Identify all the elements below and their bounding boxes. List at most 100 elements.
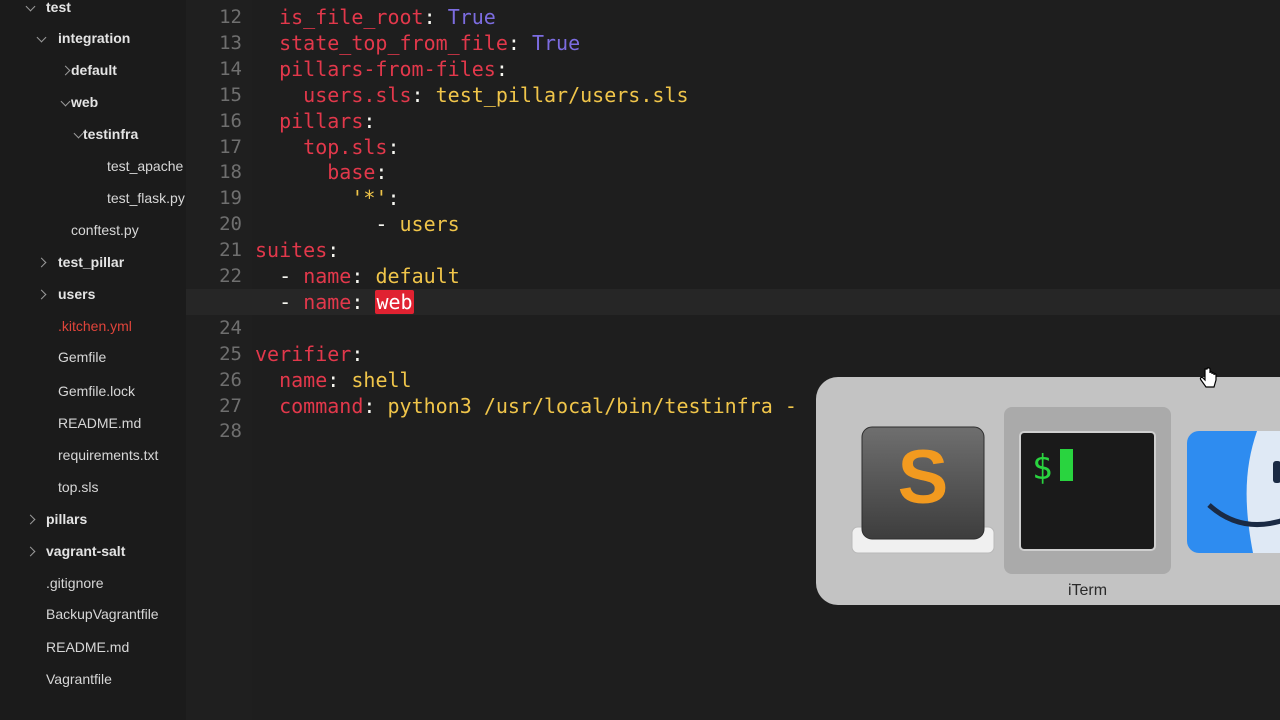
line-number: 24 xyxy=(219,316,242,339)
code-line[interactable]: pillars-from-files: xyxy=(255,56,508,82)
sidebar-item-testinfra[interactable]: testinfra xyxy=(83,121,138,147)
app-switcher-item-iterm[interactable]: $ xyxy=(1004,407,1171,574)
line-number: 16 xyxy=(219,109,242,132)
code-line[interactable]: - users xyxy=(255,211,460,237)
code-token: state_top_from_file xyxy=(279,30,508,55)
code-token: : xyxy=(387,134,400,159)
chevron-right-icon[interactable] xyxy=(25,514,36,525)
code-line[interactable]: name: shell xyxy=(255,367,412,393)
code-line[interactable]: command: python3 /usr/local/bin/testinfr… xyxy=(255,393,797,419)
code-token: shell xyxy=(351,367,412,392)
code-line[interactable]: '*': xyxy=(255,185,400,211)
code-token: is_file_root xyxy=(279,5,424,29)
chevron-right-icon[interactable] xyxy=(36,257,47,268)
line-number: 13 xyxy=(219,31,242,54)
finder-icon xyxy=(1187,431,1280,553)
code-token: verifier xyxy=(255,341,352,366)
code-line[interactable]: base: xyxy=(255,159,387,185)
sublime-text-icon: S xyxy=(851,426,995,554)
sidebar-item-integration[interactable]: integration xyxy=(58,25,130,51)
chevron-down-icon[interactable] xyxy=(36,32,47,43)
iterm-icon: $ xyxy=(1019,431,1156,551)
code-editor[interactable]: 1213141516171819202122232425262728 is_fi… xyxy=(186,0,1280,720)
code-token: base xyxy=(327,160,376,185)
code-token: : xyxy=(363,108,376,133)
code-line[interactable]: top.sls: xyxy=(255,134,400,160)
chevron-down-icon[interactable] xyxy=(25,1,36,12)
code-line[interactable]: - name: web xyxy=(255,289,414,315)
svg-text:S: S xyxy=(898,435,949,520)
sidebar-item-test-flask-py[interactable]: test_flask.py xyxy=(107,185,185,211)
line-number: 28 xyxy=(219,420,242,443)
code-token: : xyxy=(351,264,376,288)
code-token: : xyxy=(375,160,388,185)
code-line[interactable]: verifier: xyxy=(255,341,363,367)
code-token: : xyxy=(351,341,364,366)
line-number: 18 xyxy=(219,161,242,184)
iterm-prompt: $ xyxy=(1032,448,1052,488)
code-line[interactable]: pillars: xyxy=(255,108,375,134)
line-number: 22 xyxy=(219,265,242,287)
line-number: 19 xyxy=(219,187,242,210)
code-line[interactable]: users.sls: test_pillar/users.sls xyxy=(255,82,689,108)
app-switcher: S $ iTerm xyxy=(816,377,1280,605)
code-token: pillars xyxy=(279,108,364,133)
sidebar-item-readme-md[interactable]: README.md xyxy=(46,634,129,660)
code-token: True xyxy=(447,5,496,29)
code-line[interactable]: state_top_from_file: True xyxy=(255,30,580,56)
sidebar-item-requirements-txt[interactable]: requirements.txt xyxy=(58,442,158,468)
app-switcher-item-sublime-text[interactable]: S xyxy=(848,423,998,557)
sidebar-item-web[interactable]: web xyxy=(71,89,98,115)
code-token: suites xyxy=(255,238,328,263)
code-token: python3 /usr/local/bin/testinfra - xyxy=(387,393,797,418)
sidebar-item-top-sls[interactable]: top.sls xyxy=(58,474,98,500)
code-token: : xyxy=(387,186,400,211)
sidebar-item-conftest-py[interactable]: conftest.py xyxy=(71,217,139,243)
code-token: test_pillar/users.sls xyxy=(435,82,689,107)
code-token: : xyxy=(423,5,448,29)
sidebar-item-vagrantfile[interactable]: Vagrantfile xyxy=(46,666,112,692)
sidebar-item-users[interactable]: users xyxy=(58,281,95,307)
line-number: 17 xyxy=(219,135,242,158)
code-token: : xyxy=(411,82,436,107)
code-token: : xyxy=(507,30,532,55)
code-token: - xyxy=(279,289,304,314)
sidebar-item-gitignore[interactable]: .gitignore xyxy=(46,570,104,596)
line-number: 14 xyxy=(219,57,242,80)
chevron-right-icon[interactable] xyxy=(60,65,71,76)
code-token: users xyxy=(399,212,460,237)
sidebar-item-gemfile-lock[interactable]: Gemfile.lock xyxy=(58,378,135,404)
code-token: command xyxy=(279,393,364,418)
code-token: : xyxy=(495,56,508,81)
sidebar-item-vagrant-salt[interactable]: vagrant-salt xyxy=(46,538,125,564)
code-token: pillars-from-files xyxy=(279,56,496,81)
line-number: 21 xyxy=(219,239,242,262)
code-token: name xyxy=(279,367,328,392)
file-tree-sidebar: test integration default web testinfra test_a… xyxy=(0,0,186,720)
sidebar-item-test-pillar[interactable]: test_pillar xyxy=(58,249,124,275)
line-number: 27 xyxy=(219,394,242,417)
chevron-down-icon[interactable] xyxy=(60,96,71,107)
app-switcher-item-finder[interactable] xyxy=(1187,431,1280,553)
chevron-right-icon[interactable] xyxy=(25,546,36,557)
line-number: 15 xyxy=(219,83,242,106)
sidebar-item-kitchen-yml[interactable]: .kitchen.yml xyxy=(58,313,132,339)
chevron-down-icon[interactable] xyxy=(73,128,84,139)
sidebar-item-pillars[interactable]: pillars xyxy=(46,506,87,532)
search-highlight: web xyxy=(375,289,414,314)
code-line[interactable]: is_file_root: True xyxy=(255,4,496,30)
sidebar-item-backupvagrantfile[interactable]: BackupVagrantfile xyxy=(46,601,159,627)
code-token: : xyxy=(327,367,352,392)
sidebar-item-readme-md[interactable]: README.md xyxy=(58,410,141,436)
line-number: 12 xyxy=(219,6,242,28)
code-token: top.sls xyxy=(303,134,388,159)
sidebar-item-test[interactable]: test xyxy=(46,0,71,20)
sidebar-item-test-apache[interactable]: test_apache xyxy=(107,153,183,179)
sidebar-item-default[interactable]: default xyxy=(71,57,117,83)
code-line[interactable]: suites: xyxy=(255,237,339,263)
code-line[interactable]: - name: default xyxy=(255,263,460,289)
chevron-right-icon[interactable] xyxy=(36,289,47,300)
code-token: default xyxy=(375,264,460,288)
code-token: users.sls xyxy=(303,82,412,107)
sidebar-item-gemfile[interactable]: Gemfile xyxy=(58,344,106,370)
